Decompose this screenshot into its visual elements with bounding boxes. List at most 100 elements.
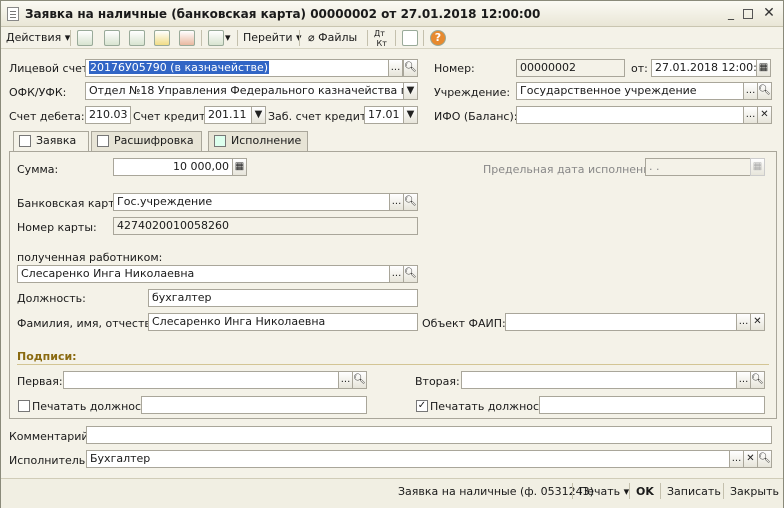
select-button[interactable]: ... [389,193,404,211]
actions-menu[interactable]: Действия ▾ [6,29,70,47]
sum-field[interactable]: 10 000,00 [113,158,233,176]
select-button[interactable]: ... [388,59,403,77]
first-print-position-checkbox[interactable] [18,400,30,412]
print-form-link[interactable]: Заявка на наличные (ф. 0531243) [398,485,594,498]
maximize-icon[interactable] [743,9,753,19]
search-icon[interactable]: 🔍︎ [757,82,772,100]
position-field[interactable]: бухгалтер [148,289,418,307]
select-button[interactable]: ... [389,265,404,283]
card-field[interactable]: Гос.учреждение [113,193,390,211]
offbalance-label: Заб. счет кредита: [268,110,377,123]
select-button[interactable]: ... [743,82,758,100]
toolbar: Действия ▾ ▾ Перейти ▾ ⌀ Файлы Дт Кт ? [1,27,783,49]
executor-field[interactable]: Бухгалтер [86,450,730,468]
number-label: Номер: [434,62,475,75]
ofk-label: ОФК/УФК: [9,86,67,99]
chevron-down-icon[interactable]: ▾ [225,29,231,47]
unpost-icon[interactable] [179,30,195,46]
dt-kt-icon[interactable]: Дт Кт [374,29,387,48]
comment-field[interactable] [86,426,772,444]
paperclip-icon: ⌀ [308,31,315,44]
institution-field[interactable]: Государственное учреждение [516,82,744,100]
close-icon[interactable]: ✕ [761,6,777,22]
chevron-down-icon[interactable]: ▼ [403,82,418,100]
faip-label: Объект ФАИП: [422,317,506,330]
first-print-position-label: Печатать должность [32,400,154,413]
separator [660,483,661,499]
help-icon[interactable]: ? [430,30,446,46]
print-label: Печать [579,485,621,498]
debit-label: Счет дебета: [9,110,85,123]
received-field[interactable]: Слесаренко Инга Николаевна [17,265,390,283]
ofk-field[interactable]: Отдел №18 Управления Федерального казнач… [85,82,404,100]
section-divider [17,364,769,365]
tab-request[interactable]: Заявка [13,131,89,152]
faip-field[interactable] [505,313,737,331]
search-icon[interactable]: 🔍︎ [403,59,418,77]
files-button[interactable]: ⌀ Файлы [308,29,357,47]
fio-label: Фамилия, имя, отчество: [17,317,162,330]
search-icon[interactable]: 🔍︎ [757,450,772,468]
credit-field[interactable]: 201.11 [204,106,252,124]
report-icon[interactable] [402,30,418,46]
toolbar-separator [395,30,396,46]
window-title: Заявка на наличные (банковская карта) 00… [25,7,541,21]
clear-icon[interactable]: ✕ [750,313,765,331]
chevron-down-icon[interactable]: ▼ [251,106,266,124]
card-label: Банковская карта: [17,197,126,210]
account-value: 20176У05790 (в казначействе) [89,61,270,74]
add-icon[interactable] [77,30,93,46]
offbalance-field[interactable]: 17.01 [364,106,404,124]
second-signature-field[interactable] [461,371,737,389]
account-field[interactable]: 20176У05790 (в казначействе) [85,59,389,77]
bottom-bar: Заявка на наличные (ф. 0531243) Печать ▾… [1,478,783,508]
based-on-icon[interactable] [208,30,224,46]
clear-icon[interactable]: ✕ [743,450,758,468]
card-number-field[interactable]: 4274020010058260 [113,217,418,235]
print-button[interactable]: Печать ▾ [579,485,629,498]
tab-execution-label: Исполнение [231,134,302,147]
ok-button[interactable]: OK [636,485,654,498]
second-position-field[interactable] [539,396,765,414]
calendar-icon[interactable]: ▦ [750,158,765,176]
select-button[interactable]: ... [743,106,758,124]
first-position-field[interactable] [141,396,367,414]
number-field[interactable]: 00000002 [516,59,625,77]
chevron-down-icon[interactable]: ▼ [403,106,418,124]
goto-menu[interactable]: Перейти ▾ [243,29,302,47]
second-print-position-checkbox[interactable]: ✓ [416,400,428,412]
account-label: Лицевой счет: [9,62,92,75]
deadline-label: Предельная дата исполнения: [483,163,661,176]
files-label: Файлы [318,31,358,44]
close-button[interactable]: Закрыть [730,485,779,498]
select-button[interactable]: ... [736,371,751,389]
calculator-icon[interactable]: ▦ [232,158,247,176]
copy-icon[interactable] [104,30,120,46]
select-button[interactable]: ... [736,313,751,331]
save-button[interactable]: Записать [667,485,721,498]
clear-icon[interactable]: ✕ [757,106,772,124]
search-icon[interactable]: 🔍︎ [352,371,367,389]
post-icon[interactable] [154,30,170,46]
fio-field[interactable]: Слесаренко Инга Николаевна [148,313,418,331]
search-icon[interactable]: 🔍︎ [403,265,418,283]
date-field[interactable]: 27.01.2018 12:00:00 [651,59,757,77]
search-icon[interactable]: 🔍︎ [403,193,418,211]
ifo-field[interactable] [516,106,744,124]
tab-breakdown[interactable]: Расшифровка [91,131,202,151]
first-signature-label: Первая: [17,375,63,388]
tab-execution[interactable]: Исполнение [208,131,308,151]
minimize-icon[interactable]: _ [723,6,739,22]
select-button[interactable]: ... [338,371,353,389]
debit-field[interactable]: 210.03 [85,106,131,124]
separator [723,483,724,499]
select-button[interactable]: ... [729,450,744,468]
first-signature-field[interactable] [63,371,339,389]
form-icon [19,135,31,147]
check-document-icon [214,135,226,147]
refresh-icon[interactable] [129,30,145,46]
document-window: Заявка на наличные (банковская карта) 00… [0,0,784,508]
calendar-icon[interactable]: ▦ [756,59,771,77]
deadline-field[interactable]: . . [645,158,751,176]
search-icon[interactable]: 🔍︎ [750,371,765,389]
